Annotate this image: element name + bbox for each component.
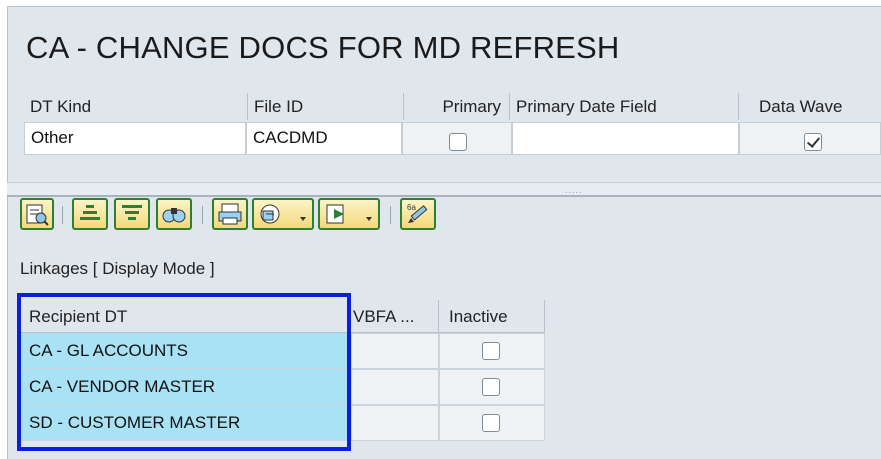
print-icon bbox=[214, 200, 246, 228]
filter-button[interactable] bbox=[114, 198, 150, 230]
pane-splitter[interactable] bbox=[7, 182, 881, 197]
toolbar-separator bbox=[62, 206, 63, 224]
sort-ascending-button[interactable] bbox=[72, 198, 108, 230]
column-header-file-id[interactable]: File ID bbox=[248, 93, 404, 120]
filter-icon bbox=[116, 200, 148, 228]
file-id-field[interactable]: CACDMD bbox=[246, 122, 402, 155]
toolbar-separator bbox=[390, 206, 391, 224]
dt-kind-field[interactable]: Other bbox=[24, 122, 246, 155]
annotation-highlight-box bbox=[17, 293, 351, 451]
primary-checkbox[interactable] bbox=[449, 133, 467, 151]
find-icon bbox=[158, 200, 190, 228]
edit-button[interactable]: 6a bbox=[400, 198, 436, 230]
print-button[interactable] bbox=[212, 198, 248, 230]
column-header-data-wave[interactable]: Data Wave bbox=[739, 93, 881, 120]
find-button[interactable] bbox=[156, 198, 192, 230]
toolbar-separator bbox=[202, 206, 203, 224]
inactive-checkbox[interactable] bbox=[482, 378, 500, 396]
vbfa-cell[interactable] bbox=[351, 405, 439, 441]
sort-ascending-icon bbox=[74, 200, 106, 228]
vbfa-cell[interactable] bbox=[351, 369, 439, 405]
svg-text:6a: 6a bbox=[407, 203, 416, 212]
primary-date-field[interactable] bbox=[512, 122, 739, 155]
data-wave-checkbox[interactable] bbox=[804, 133, 822, 151]
export-dropdown-icon bbox=[320, 200, 378, 228]
splitter-grip-icon[interactable]: ..... bbox=[565, 185, 583, 195]
column-header-vbfa[interactable]: VBFA ... bbox=[351, 300, 439, 333]
page-title: CA - CHANGE DOCS FOR MD REFRESH bbox=[26, 30, 620, 65]
details-button[interactable] bbox=[20, 198, 54, 230]
column-header-dt-kind[interactable]: DT Kind bbox=[24, 93, 248, 120]
export-dropdown-button[interactable] bbox=[318, 198, 380, 230]
edit-icon: 6a bbox=[402, 200, 434, 228]
column-header-inactive[interactable]: Inactive bbox=[439, 300, 545, 333]
details-icon bbox=[22, 200, 52, 228]
linkages-title: Linkages [ Display Mode ] bbox=[20, 259, 215, 278]
column-header-primary[interactable]: Primary bbox=[404, 93, 510, 120]
inactive-checkbox[interactable] bbox=[482, 342, 500, 360]
view-dropdown-button[interactable] bbox=[252, 198, 314, 230]
inactive-checkbox[interactable] bbox=[482, 414, 500, 432]
column-header-primary-date-field[interactable]: Primary Date Field bbox=[510, 93, 739, 120]
vbfa-cell[interactable] bbox=[351, 333, 439, 369]
view-dropdown-icon bbox=[254, 200, 312, 228]
